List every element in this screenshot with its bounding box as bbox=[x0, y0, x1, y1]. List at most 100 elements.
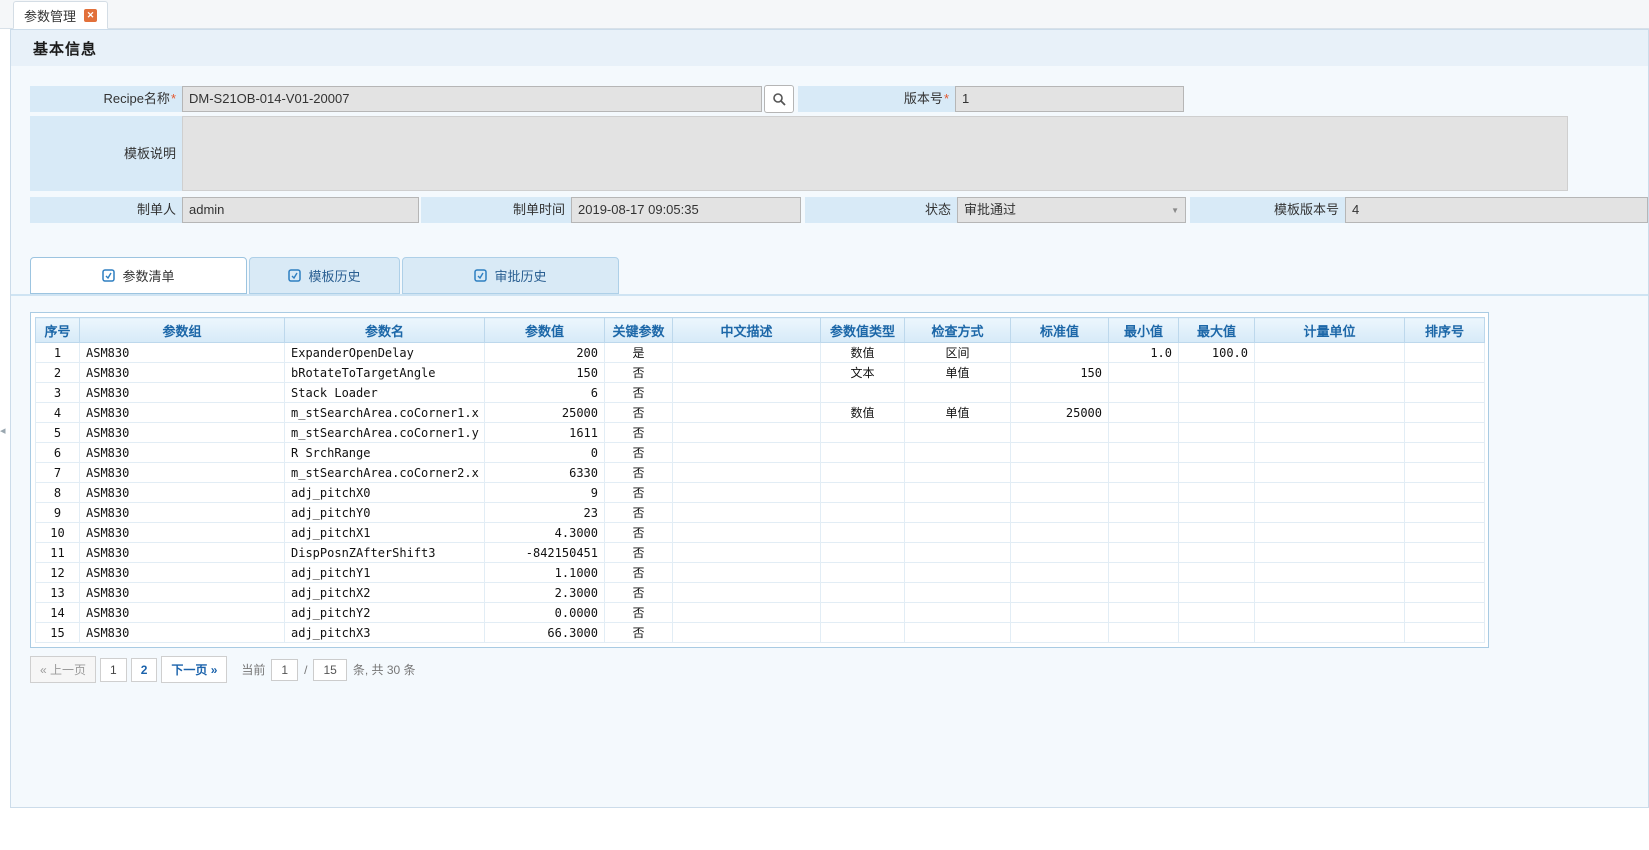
create-time-field[interactable]: 2019-08-17 09:05:35 bbox=[571, 197, 801, 223]
table-cell bbox=[673, 583, 821, 603]
table-row[interactable]: 2ASM830bRotateToTargetAngle150否文本单值150 bbox=[36, 363, 1485, 383]
table-cell bbox=[905, 483, 1011, 503]
table-cell bbox=[1405, 523, 1485, 543]
section-band: 基本信息 bbox=[11, 30, 1648, 66]
table-cell: 100.0 bbox=[1179, 343, 1255, 363]
table-cell bbox=[1255, 443, 1405, 463]
search-icon bbox=[772, 92, 786, 106]
table-cell bbox=[1255, 623, 1405, 643]
column-header[interactable]: 计量单位 bbox=[1255, 318, 1405, 343]
table-cell bbox=[1179, 363, 1255, 383]
table-cell: 6330 bbox=[485, 463, 605, 483]
table-row[interactable]: 8ASM830adj_pitchX09否 bbox=[36, 483, 1485, 503]
column-header[interactable]: 中文描述 bbox=[673, 318, 821, 343]
page-button-1[interactable]: 1 bbox=[100, 658, 127, 682]
table-row[interactable]: 4ASM830m_stSearchArea.coCorner1.x25000否数… bbox=[36, 403, 1485, 423]
page-button-2[interactable]: 2 bbox=[131, 658, 158, 682]
table-cell: 是 bbox=[605, 343, 673, 363]
status-select[interactable]: 审批通过 ▼ bbox=[957, 197, 1186, 223]
version-field[interactable]: 1 bbox=[955, 86, 1184, 112]
table-cell bbox=[1405, 543, 1485, 563]
pagination-bar: « 上一页 1 2 下一页 » 当前 1 / 15 条, 共 30 条 bbox=[30, 656, 1648, 683]
table-cell: 1.1000 bbox=[485, 563, 605, 583]
approval-icon bbox=[474, 269, 487, 282]
table-row[interactable]: 1ASM830ExpanderOpenDelay200是数值区间1.0100.0 bbox=[36, 343, 1485, 363]
table-cell bbox=[1405, 343, 1485, 363]
form-row-recipe: Recipe名称* DM-S21OB-014-V01-20007 版本号* 1 bbox=[30, 86, 1648, 113]
table-cell bbox=[1179, 463, 1255, 483]
subtab-label: 参数清单 bbox=[122, 266, 174, 285]
table-cell bbox=[1255, 343, 1405, 363]
column-header[interactable]: 标准值 bbox=[1011, 318, 1109, 343]
table-row[interactable]: 5ASM830m_stSearchArea.coCorner1.y1611否 bbox=[36, 423, 1485, 443]
table-cell: adj_pitchY2 bbox=[285, 603, 485, 623]
table-cell bbox=[1255, 363, 1405, 383]
table-cell: 5 bbox=[36, 423, 80, 443]
prev-page-button[interactable]: « 上一页 bbox=[30, 656, 96, 683]
table-cell: ASM830 bbox=[80, 543, 285, 563]
tab-approval-history[interactable]: 审批历史 bbox=[402, 257, 619, 294]
table-cell bbox=[905, 503, 1011, 523]
table-cell bbox=[1405, 463, 1485, 483]
table-cell bbox=[1179, 383, 1255, 403]
recipe-name-field[interactable]: DM-S21OB-014-V01-20007 bbox=[182, 86, 762, 112]
table-row[interactable]: 14ASM830adj_pitchY20.0000否 bbox=[36, 603, 1485, 623]
table-cell bbox=[673, 523, 821, 543]
next-page-button[interactable]: 下一页 » bbox=[161, 656, 227, 683]
table-cell: 否 bbox=[605, 483, 673, 503]
column-header[interactable]: 排序号 bbox=[1405, 318, 1485, 343]
table-cell: ASM830 bbox=[80, 463, 285, 483]
table-cell: 9 bbox=[485, 483, 605, 503]
column-header[interactable]: 检查方式 bbox=[905, 318, 1011, 343]
column-header[interactable]: 关键参数 bbox=[605, 318, 673, 343]
table-cell: 200 bbox=[485, 343, 605, 363]
table-cell: adj_pitchX1 bbox=[285, 523, 485, 543]
table-cell bbox=[1011, 603, 1109, 623]
table-row[interactable]: 9ASM830adj_pitchY023否 bbox=[36, 503, 1485, 523]
table-row[interactable]: 15ASM830adj_pitchX366.3000否 bbox=[36, 623, 1485, 643]
table-body: 1ASM830ExpanderOpenDelay200是数值区间1.0100.0… bbox=[36, 343, 1485, 643]
section-title: 基本信息 bbox=[11, 38, 97, 59]
table-cell: 否 bbox=[605, 423, 673, 443]
table-row[interactable]: 10ASM830adj_pitchX14.3000否 bbox=[36, 523, 1485, 543]
table-cell bbox=[1405, 623, 1485, 643]
tab-template-history[interactable]: 模板历史 bbox=[249, 257, 400, 294]
table-cell: 4 bbox=[36, 403, 80, 423]
subtab-underline bbox=[11, 294, 1648, 296]
creator-field[interactable]: admin bbox=[182, 197, 419, 223]
column-header[interactable]: 序号 bbox=[36, 318, 80, 343]
table-cell: 66.3000 bbox=[485, 623, 605, 643]
table-row[interactable]: 13ASM830adj_pitchX22.3000否 bbox=[36, 583, 1485, 603]
table-row[interactable]: 3ASM830Stack Loader6否 bbox=[36, 383, 1485, 403]
tab-close-icon[interactable]: ✕ bbox=[84, 9, 97, 22]
tab-strip: 参数管理 ✕ bbox=[0, 0, 1649, 29]
column-header[interactable]: 参数值 bbox=[485, 318, 605, 343]
table-cell: 10 bbox=[36, 523, 80, 543]
table-cell bbox=[905, 563, 1011, 583]
table-cell: ASM830 bbox=[80, 443, 285, 463]
table-cell: 否 bbox=[605, 463, 673, 483]
table-row[interactable]: 7ASM830m_stSearchArea.coCorner2.x6330否 bbox=[36, 463, 1485, 483]
table-row[interactable]: 6ASM830R SrchRange0否 bbox=[36, 443, 1485, 463]
table-row[interactable]: 11ASM830DispPosnZAfterShift3-842150451否 bbox=[36, 543, 1485, 563]
table-row[interactable]: 12ASM830adj_pitchY11.1000否 bbox=[36, 563, 1485, 583]
current-page-input[interactable]: 1 bbox=[271, 659, 298, 681]
tab-parameter-list[interactable]: 参数清单 bbox=[30, 257, 247, 294]
table-cell bbox=[1405, 583, 1485, 603]
recipe-search-button[interactable] bbox=[764, 85, 794, 113]
template-version-field[interactable]: 4 bbox=[1345, 197, 1648, 223]
table-cell: 4.3000 bbox=[485, 523, 605, 543]
column-header[interactable]: 参数名 bbox=[285, 318, 485, 343]
column-header[interactable]: 参数组 bbox=[80, 318, 285, 343]
table-cell bbox=[1179, 543, 1255, 563]
table-cell bbox=[1011, 463, 1109, 483]
table-cell: 单值 bbox=[905, 403, 1011, 423]
template-desc-field[interactable] bbox=[182, 116, 1568, 191]
tab-parameter-management[interactable]: 参数管理 ✕ bbox=[13, 1, 108, 29]
column-header[interactable]: 参数值类型 bbox=[821, 318, 905, 343]
column-header[interactable]: 最小值 bbox=[1109, 318, 1179, 343]
table-cell bbox=[905, 523, 1011, 543]
column-header[interactable]: 最大值 bbox=[1179, 318, 1255, 343]
panel-collapse-handle[interactable]: ◂ bbox=[0, 424, 6, 437]
table-cell bbox=[673, 363, 821, 383]
